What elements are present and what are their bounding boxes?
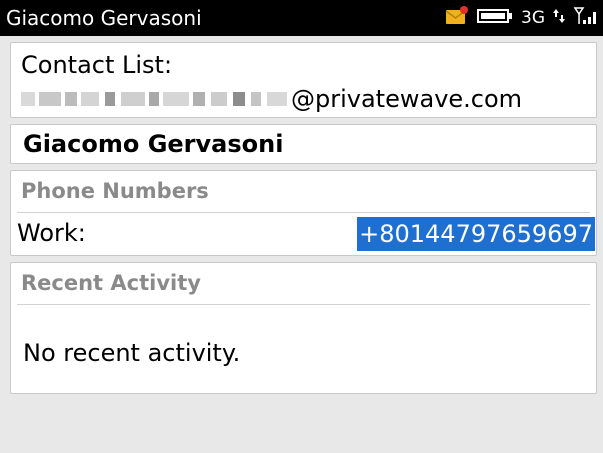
- recent-activity-header: Recent Activity: [21, 271, 201, 295]
- email-domain: @privatewave.com: [291, 85, 523, 113]
- phone-numbers-header: Phone Numbers: [21, 179, 209, 203]
- status-bar: Giacomo Gervasoni 3G: [0, 0, 603, 36]
- recent-activity-panel: Recent Activity No recent activity.: [10, 262, 597, 394]
- phone-number-link[interactable]: +80144797659697: [357, 217, 595, 251]
- phone-type-label: Work:: [17, 219, 86, 247]
- phone-row-work[interactable]: Work: +80144797659697: [11, 215, 596, 253]
- contact-list-label: Contact List:: [21, 51, 173, 79]
- contact-name: Giacomo Gervasoni: [23, 130, 284, 158]
- phone-numbers-panel: Phone Numbers Work: +80144797659697: [10, 170, 597, 256]
- contact-email[interactable]: @privatewave.com: [21, 85, 522, 113]
- section-divider: [17, 304, 590, 305]
- battery-icon: [477, 8, 513, 28]
- contact-details-screen: Giacomo Gervasoni 3G Contact List: @priv…: [0, 0, 603, 453]
- contact-list-panel[interactable]: Contact List: @privatewave.com: [10, 42, 597, 118]
- status-icons: 3G: [445, 6, 599, 30]
- no-activity-text: No recent activity.: [23, 339, 241, 367]
- section-divider: [17, 212, 590, 213]
- network-type-label: 3G: [521, 8, 545, 28]
- data-transfer-icon: [553, 7, 565, 29]
- message-notification-icon[interactable]: [445, 6, 469, 30]
- redacted-email-user: [21, 88, 289, 110]
- signal-strength-icon: [573, 6, 599, 30]
- contact-name-panel[interactable]: Giacomo Gervasoni: [10, 124, 597, 164]
- status-bar-title: Giacomo Gervasoni: [6, 6, 202, 30]
